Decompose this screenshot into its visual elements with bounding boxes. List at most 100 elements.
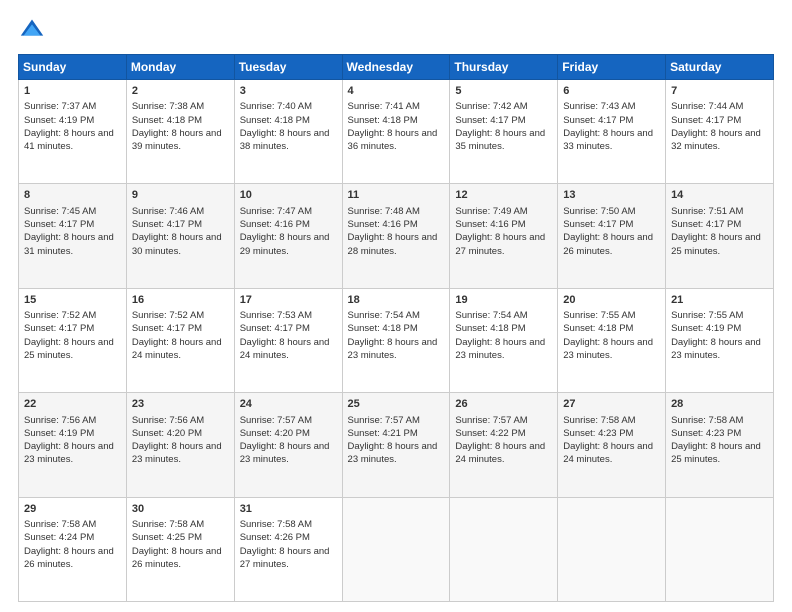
sunset: Sunset: 4:17 PM: [240, 323, 310, 334]
calendar-cell: [450, 497, 558, 601]
calendar-cell: 6Sunrise: 7:43 AMSunset: 4:17 PMDaylight…: [558, 80, 666, 184]
sunset: Sunset: 4:17 PM: [24, 219, 94, 230]
page: SundayMondayTuesdayWednesdayThursdayFrid…: [0, 0, 792, 612]
calendar: SundayMondayTuesdayWednesdayThursdayFrid…: [18, 54, 774, 602]
day-number: 2: [132, 84, 229, 99]
sunset: Sunset: 4:16 PM: [455, 219, 525, 230]
sunset: Sunset: 4:18 PM: [348, 115, 418, 126]
daylight: Daylight: 8 hours and 32 minutes.: [671, 128, 761, 152]
sunset: Sunset: 4:23 PM: [671, 428, 741, 439]
sunset: Sunset: 4:18 PM: [455, 323, 525, 334]
calendar-cell: 11Sunrise: 7:48 AMSunset: 4:16 PMDayligh…: [342, 184, 450, 288]
day-number: 29: [24, 502, 121, 517]
calendar-cell: [342, 497, 450, 601]
daylight: Daylight: 8 hours and 23 minutes.: [24, 441, 114, 465]
calendar-cell: 3Sunrise: 7:40 AMSunset: 4:18 PMDaylight…: [234, 80, 342, 184]
day-number: 28: [671, 397, 768, 412]
header: [18, 16, 774, 44]
daylight: Daylight: 8 hours and 25 minutes.: [671, 441, 761, 465]
sunrise: Sunrise: 7:54 AM: [455, 310, 527, 321]
sunrise: Sunrise: 7:58 AM: [563, 415, 635, 426]
daylight: Daylight: 8 hours and 23 minutes.: [132, 441, 222, 465]
calendar-cell: 31Sunrise: 7:58 AMSunset: 4:26 PMDayligh…: [234, 497, 342, 601]
sunset: Sunset: 4:17 PM: [132, 323, 202, 334]
daylight: Daylight: 8 hours and 29 minutes.: [240, 232, 330, 256]
calendar-cell: 27Sunrise: 7:58 AMSunset: 4:23 PMDayligh…: [558, 393, 666, 497]
sunrise: Sunrise: 7:55 AM: [563, 310, 635, 321]
calendar-cell: 15Sunrise: 7:52 AMSunset: 4:17 PMDayligh…: [19, 288, 127, 392]
day-number: 8: [24, 188, 121, 203]
sunrise: Sunrise: 7:57 AM: [240, 415, 312, 426]
sunrise: Sunrise: 7:56 AM: [132, 415, 204, 426]
sunrise: Sunrise: 7:38 AM: [132, 101, 204, 112]
sunset: Sunset: 4:17 PM: [132, 219, 202, 230]
calendar-cell: 8Sunrise: 7:45 AMSunset: 4:17 PMDaylight…: [19, 184, 127, 288]
day-number: 20: [563, 293, 660, 308]
calendar-cell: 7Sunrise: 7:44 AMSunset: 4:17 PMDaylight…: [666, 80, 774, 184]
calendar-week-row: 8 Sunrise: 7:45 AM Sunset: 4:17 PM Daylight…: [19, 184, 774, 288]
sunset: Sunset: 4:19 PM: [24, 428, 94, 439]
day-number: 12: [455, 188, 552, 203]
day-number: 25: [348, 397, 445, 412]
calendar-header-row: SundayMondayTuesdayWednesdayThursdayFrid…: [19, 55, 774, 80]
sunset: Sunset: 4:18 PM: [132, 115, 202, 126]
day-number: 13: [563, 188, 660, 203]
day-number: 14: [671, 188, 768, 203]
sunset: Sunset: 4:17 PM: [24, 323, 94, 334]
sunrise: Sunrise: 7:50 AM: [563, 206, 635, 217]
sunrise: Sunrise: 7:58 AM: [132, 519, 204, 530]
daylight: Daylight: 8 hours and 23 minutes.: [455, 337, 545, 361]
sunrise: Sunrise: 7:40 AM: [240, 101, 312, 112]
sunrise: Sunrise: 7:45 AM: [24, 206, 96, 217]
daylight: Daylight: 8 hours and 23 minutes.: [563, 337, 653, 361]
calendar-cell: 2Sunrise: 7:38 AMSunset: 4:18 PMDaylight…: [126, 80, 234, 184]
sunset: Sunset: 4:21 PM: [348, 428, 418, 439]
sunset: Sunset: 4:24 PM: [24, 532, 94, 543]
day-number: 4: [348, 84, 445, 99]
day-number: 9: [132, 188, 229, 203]
calendar-day-header: Tuesday: [234, 55, 342, 80]
daylight: Daylight: 8 hours and 28 minutes.: [348, 232, 438, 256]
calendar-cell: 10Sunrise: 7:47 AMSunset: 4:16 PMDayligh…: [234, 184, 342, 288]
daylight: Daylight: 8 hours and 33 minutes.: [563, 128, 653, 152]
sunrise: Sunrise: 7:56 AM: [24, 415, 96, 426]
calendar-cell: 21Sunrise: 7:55 AMSunset: 4:19 PMDayligh…: [666, 288, 774, 392]
calendar-cell: 26Sunrise: 7:57 AMSunset: 4:22 PMDayligh…: [450, 393, 558, 497]
sunrise: Sunrise: 7:51 AM: [671, 206, 743, 217]
sunset: Sunset: 4:19 PM: [671, 323, 741, 334]
sunset: Sunset: 4:17 PM: [671, 219, 741, 230]
calendar-cell: 23Sunrise: 7:56 AMSunset: 4:20 PMDayligh…: [126, 393, 234, 497]
calendar-day-header: Friday: [558, 55, 666, 80]
daylight: Daylight: 8 hours and 30 minutes.: [132, 232, 222, 256]
sunrise: Sunrise: 7:55 AM: [671, 310, 743, 321]
day-number: 15: [24, 293, 121, 308]
sunset: Sunset: 4:26 PM: [240, 532, 310, 543]
calendar-cell: 20 Sunrise: 7:55 AM Sunset: 4:18 PM Dayligh…: [558, 288, 666, 392]
sunset: Sunset: 4:16 PM: [348, 219, 418, 230]
calendar-cell: 25Sunrise: 7:57 AMSunset: 4:21 PMDayligh…: [342, 393, 450, 497]
sunrise: Sunrise: 7:54 AM: [348, 310, 420, 321]
calendar-cell: 22 Sunrise: 7:56 AM Sunset: 4:19 PM Dayligh…: [19, 393, 127, 497]
day-number: 6: [563, 84, 660, 99]
calendar-cell: 18Sunrise: 7:54 AMSunset: 4:18 PMDayligh…: [342, 288, 450, 392]
daylight: Daylight: 8 hours and 24 minutes.: [132, 337, 222, 361]
daylight: Daylight: 8 hours and 38 minutes.: [240, 128, 330, 152]
calendar-cell: 30Sunrise: 7:58 AMSunset: 4:25 PMDayligh…: [126, 497, 234, 601]
day-number: 23: [132, 397, 229, 412]
day-number: 16: [132, 293, 229, 308]
calendar-cell: 24Sunrise: 7:57 AMSunset: 4:20 PMDayligh…: [234, 393, 342, 497]
calendar-day-header: Sunday: [19, 55, 127, 80]
calendar-cell: 14Sunrise: 7:51 AMSunset: 4:17 PMDayligh…: [666, 184, 774, 288]
day-number: 7: [671, 84, 768, 99]
sunset: Sunset: 4:18 PM: [563, 323, 633, 334]
daylight: Daylight: 8 hours and 27 minutes.: [455, 232, 545, 256]
sunset: Sunset: 4:18 PM: [348, 323, 418, 334]
sunset: Sunset: 4:25 PM: [132, 532, 202, 543]
calendar-week-row: 15Sunrise: 7:52 AMSunset: 4:17 PMDayligh…: [19, 288, 774, 392]
calendar-week-row: 22 Sunrise: 7:56 AM Sunset: 4:19 PM Dayligh…: [19, 393, 774, 497]
daylight: Daylight: 8 hours and 27 minutes.: [240, 546, 330, 570]
day-number: 26: [455, 397, 552, 412]
day-number: 22: [24, 397, 121, 412]
day-number: 30: [132, 502, 229, 517]
calendar-cell: 17Sunrise: 7:53 AMSunset: 4:17 PMDayligh…: [234, 288, 342, 392]
